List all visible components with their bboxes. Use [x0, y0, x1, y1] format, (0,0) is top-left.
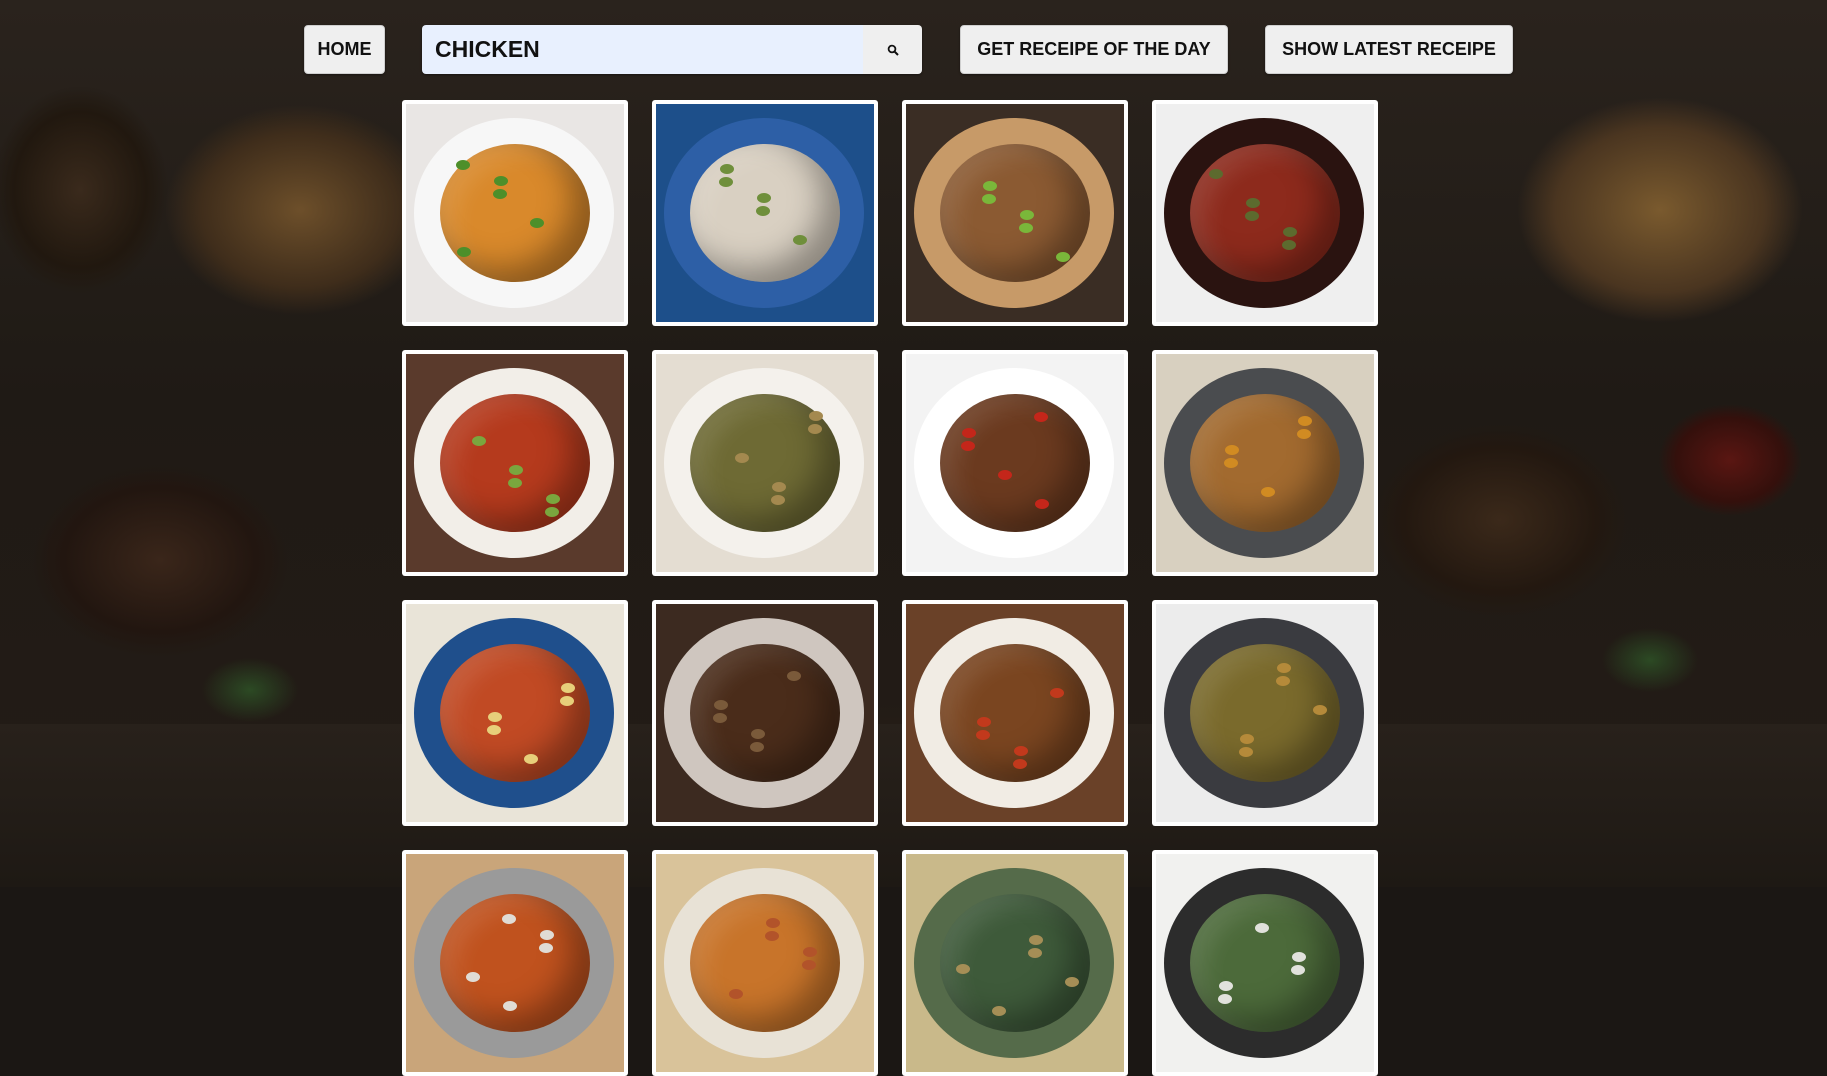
recipe-card[interactable]	[1152, 600, 1378, 826]
search-icon	[887, 44, 899, 56]
recipe-card[interactable]	[402, 350, 628, 576]
home-button[interactable]: HOME	[304, 25, 385, 74]
recipe-card[interactable]	[902, 100, 1128, 326]
recipe-image-6	[656, 354, 874, 572]
recipe-image-4	[1156, 104, 1374, 322]
recipe-image-2	[656, 104, 874, 322]
recipe-card[interactable]	[402, 600, 628, 826]
receipe-of-the-day-button[interactable]: GET RECEIPE OF THE DAY	[960, 25, 1228, 74]
recipe-image-7	[906, 354, 1124, 572]
recipe-image-9	[406, 604, 624, 822]
recipe-results-grid	[402, 100, 1378, 1076]
recipe-card[interactable]	[902, 600, 1128, 826]
recipe-image-1	[406, 104, 624, 322]
recipe-card[interactable]	[652, 350, 878, 576]
recipe-image-8	[1156, 354, 1374, 572]
search-bar	[422, 25, 922, 74]
search-button[interactable]	[863, 25, 922, 74]
recipe-card[interactable]	[652, 100, 878, 326]
recipe-card[interactable]	[402, 850, 628, 1076]
recipe-card[interactable]	[902, 350, 1128, 576]
recipe-image-11	[906, 604, 1124, 822]
recipe-image-12	[1156, 604, 1374, 822]
recipe-card[interactable]	[1152, 100, 1378, 326]
recipe-card[interactable]	[1152, 350, 1378, 576]
show-latest-receipe-button[interactable]: SHOW LATEST RECEIPE	[1265, 25, 1513, 74]
recipe-image-10	[656, 604, 874, 822]
recipe-card[interactable]	[1152, 850, 1378, 1076]
search-input[interactable]	[422, 25, 863, 74]
recipe-card[interactable]	[902, 850, 1128, 1076]
recipe-card[interactable]	[652, 850, 878, 1076]
recipe-card[interactable]	[652, 600, 878, 826]
recipe-image-5	[406, 354, 624, 572]
recipe-image-3	[906, 104, 1124, 322]
recipe-card[interactable]	[402, 100, 628, 326]
